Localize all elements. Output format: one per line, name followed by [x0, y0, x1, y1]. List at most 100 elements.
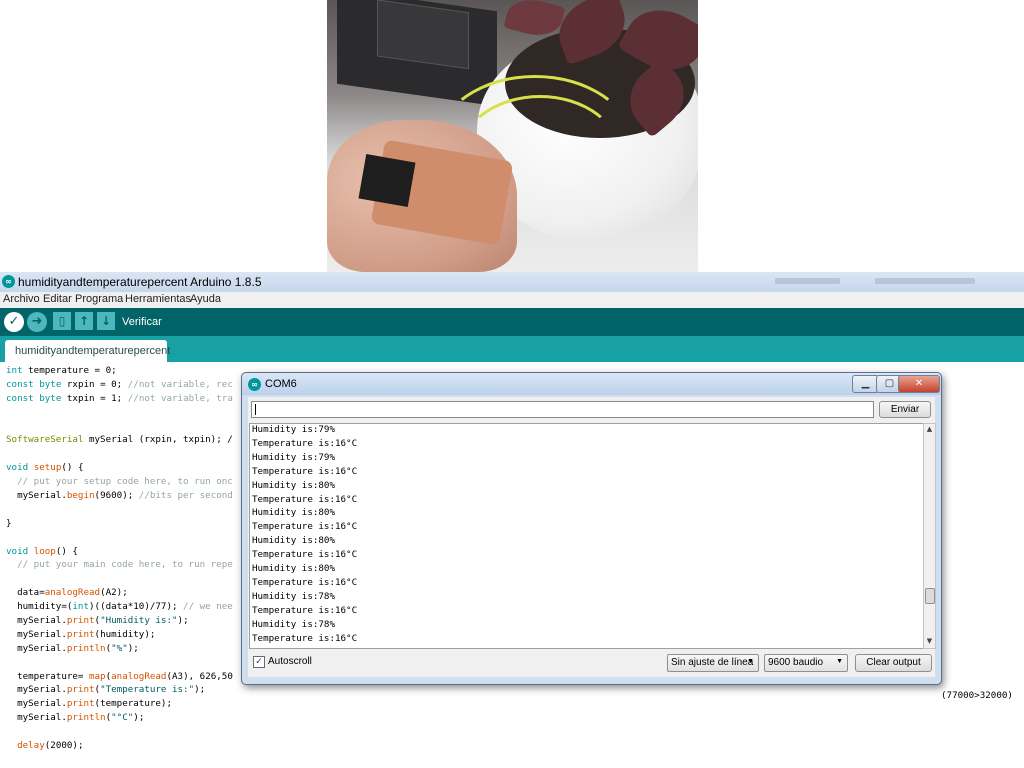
serial-output-line: Temperature is:16°C	[252, 521, 358, 533]
serial-output-line: Humidity is:80%	[252, 535, 335, 547]
scroll-up-icon[interactable]: ▲	[924, 424, 935, 435]
plant-sensor-photo	[327, 0, 698, 272]
ide-toolbar: ✓ ➜ ▯ ↑ ↓ Verificar	[0, 308, 1024, 336]
code-line[interactable]: int temperature = 0;	[6, 364, 233, 378]
serial-output-lines: Humidity is:79% Temperature is:16°C Humidi…	[252, 424, 358, 649]
serial-output-line: Humidity is:78%	[252, 590, 335, 602]
code-line[interactable]: mySerial.println("°C");	[6, 711, 233, 725]
serial-monitor-body: Enviar Humidity is:79% Temperature is:16°…	[248, 397, 936, 677]
new-file-icon: ▯	[58, 314, 66, 328]
send-button-label: Enviar	[890, 404, 920, 415]
code-line[interactable]	[6, 447, 233, 461]
serial-output-line: Temperature is:16°C	[252, 576, 358, 588]
menu-editar[interactable]: Editar	[43, 293, 72, 305]
background-window-ghost	[775, 278, 840, 284]
verify-button[interactable]: ✓	[4, 312, 24, 332]
scrollbar-thumb[interactable]	[925, 588, 935, 604]
ide-titlebar: ∞ humidityandtemperaturepercent Arduino …	[0, 272, 1024, 292]
arrow-right-icon: ➜	[31, 314, 43, 329]
tab-humidityandtemperaturepercent[interactable]: humidityandtemperaturepercent	[5, 340, 171, 362]
code-line[interactable]: data=analogRead(A2);	[6, 586, 233, 600]
code-line[interactable]: humidity=(int)((data*10)/77); // we nee	[6, 600, 233, 614]
serial-output-line: Temperature is:16°C	[252, 549, 358, 561]
serial-output-line: Temperature is:16°C	[252, 437, 358, 449]
serial-output-line: Humidity is:80%	[252, 507, 335, 519]
chevron-down-icon: ▼	[836, 658, 843, 665]
toolbar-status-label: Verificar	[122, 316, 162, 328]
code-line[interactable]	[6, 656, 233, 670]
ide-title: humidityandtemperaturepercent Arduino 1.…	[18, 275, 262, 289]
close-icon: ✕	[914, 378, 924, 389]
code-line[interactable]: mySerial.println("%");	[6, 642, 233, 656]
baud-rate-value: 9600 baudio	[768, 657, 824, 668]
serial-monitor-titlebar[interactable]: ∞ COM6 ▁ ▢ ✕	[242, 373, 941, 395]
serial-output-line: Temperature is:16°C	[252, 493, 358, 505]
code-line[interactable]: const byte txpin = 1; //not variable, tr…	[6, 392, 233, 406]
code-line[interactable]: }	[6, 517, 233, 531]
new-sketch-button[interactable]: ▯	[53, 312, 71, 330]
menu-archivo[interactable]: Archivo	[3, 293, 40, 305]
send-button[interactable]: Enviar	[879, 401, 931, 418]
menu-ayuda[interactable]: Ayuda	[190, 293, 221, 305]
autoscroll-checkbox[interactable]: ✓	[253, 656, 265, 668]
arduino-logo-icon: ∞	[248, 378, 261, 391]
arrow-up-icon: ↑	[78, 314, 90, 328]
code-line[interactable]	[6, 572, 233, 586]
baud-rate-select[interactable]: 9600 baudio ▼	[764, 654, 848, 672]
code-line[interactable]: mySerial.print(humidity);	[6, 628, 233, 642]
code-line[interactable]	[6, 725, 233, 739]
code-text[interactable]: int temperature = 0; const byte rxpin = 0…	[6, 364, 233, 753]
serial-monitor-window: ∞ COM6 ▁ ▢ ✕ Enviar Humidity is:79% Tempe…	[241, 372, 942, 685]
serial-monitor-title: COM6	[265, 378, 297, 390]
code-line[interactable]: // put your setup code here, to run onc	[6, 475, 233, 489]
maximize-icon: ▢	[884, 378, 895, 389]
save-sketch-button[interactable]: ↓	[97, 312, 115, 330]
code-line[interactable]: const byte rxpin = 0; //not variable, re…	[6, 378, 233, 392]
serial-output-line: Temperature is:16°C	[252, 632, 358, 644]
autoscroll-label: Autoscroll	[268, 656, 312, 667]
serial-output-line: Humidity is:79%	[252, 646, 357, 649]
upload-button[interactable]: ➜	[27, 312, 47, 332]
line-ending-select[interactable]: Sin ajuste de línea ▼	[667, 654, 759, 672]
close-button[interactable]: ✕	[898, 375, 940, 393]
laptop-trackpad	[377, 0, 469, 70]
board-connector	[358, 154, 416, 207]
code-line[interactable]	[6, 420, 233, 434]
serial-output-line: Humidity is:79%	[252, 424, 335, 435]
clear-output-button[interactable]: Clear output	[855, 654, 932, 672]
serial-output-line: Humidity is:80%	[252, 479, 335, 491]
sketch-tab-strip: humidityandtemperaturepercent	[0, 336, 1024, 362]
serial-send-input[interactable]	[251, 401, 874, 418]
code-line[interactable]	[6, 406, 233, 420]
code-line[interactable]: mySerial.print("Humidity is:");	[6, 614, 233, 628]
menu-herramientas[interactable]: Herramientas	[125, 293, 191, 305]
arduino-logo-icon: ∞	[2, 275, 15, 288]
code-line[interactable]: mySerial.print(temperature);	[6, 697, 233, 711]
checkmark-icon: ✓	[255, 657, 263, 667]
serial-output-line: Temperature is:16°C	[252, 465, 358, 477]
tab-label: humidityandtemperaturepercent	[15, 345, 171, 357]
code-line[interactable]: void setup() {	[6, 461, 233, 475]
code-line[interactable]: mySerial.begin(9600); //bits per second	[6, 489, 233, 503]
serial-output-line: Humidity is:80%	[252, 563, 335, 575]
serial-output-line: Humidity is:79%	[252, 451, 335, 463]
code-line[interactable]	[6, 503, 233, 517]
serial-output-scrollbar[interactable]: ▲ ▼	[923, 423, 936, 649]
code-line[interactable]: mySerial.print("Temperature is:");	[6, 683, 233, 697]
text-caret	[255, 404, 256, 415]
code-line[interactable]: temperature= map(analogRead(A3), 626,50	[6, 670, 233, 684]
serial-output-line: Temperature is:16°C	[252, 604, 358, 616]
minimize-button[interactable]: ▁	[852, 375, 879, 393]
code-line[interactable]: SoftwareSerial mySerial (rxpin, txpin); …	[6, 433, 233, 447]
code-line[interactable]: // put your main code here, to run repe	[6, 558, 233, 572]
code-line[interactable]: delay(2000);	[6, 739, 233, 753]
chevron-down-icon: ▼	[747, 658, 754, 665]
code-overflow-text: (77000>32000)	[941, 690, 1013, 701]
code-line[interactable]: void loop() {	[6, 545, 233, 559]
menu-programa[interactable]: Programa	[75, 293, 123, 305]
code-line[interactable]	[6, 531, 233, 545]
scroll-down-icon[interactable]: ▼	[924, 636, 935, 647]
minimize-icon: ▁	[861, 378, 870, 389]
open-sketch-button[interactable]: ↑	[75, 312, 93, 330]
serial-output-area[interactable]: Humidity is:79% Temperature is:16°C Humidi…	[249, 423, 925, 649]
